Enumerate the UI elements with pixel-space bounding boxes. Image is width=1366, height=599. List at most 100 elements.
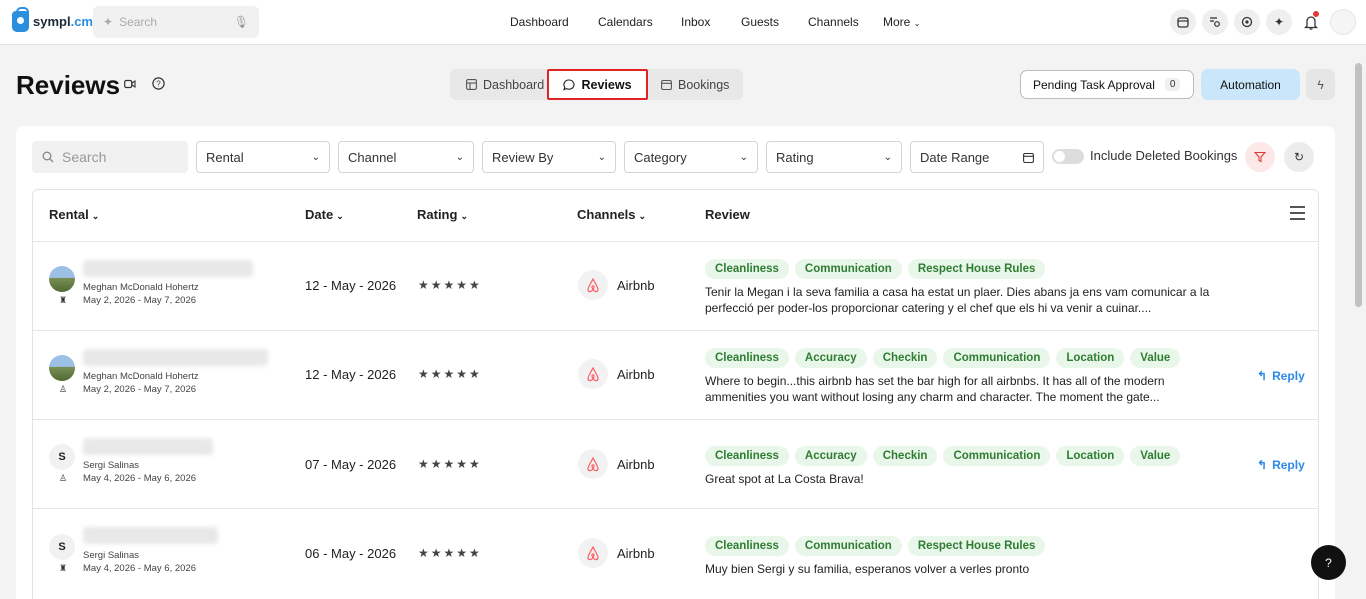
search-icon bbox=[42, 151, 54, 163]
star-rating: ★★★★★ bbox=[418, 367, 482, 381]
column-header-rating[interactable]: Rating ⌄ bbox=[417, 207, 468, 222]
review-text: Muy bien Sergi y su familia, esperanos v… bbox=[705, 562, 1030, 576]
column-menu-icon[interactable] bbox=[1290, 206, 1305, 224]
nav-channels[interactable]: Channels bbox=[808, 15, 859, 29]
tag: Respect House Rules bbox=[907, 536, 1046, 556]
owner-icon: ♜ bbox=[59, 563, 68, 573]
channel-filter[interactable]: Channel ⌄ bbox=[338, 141, 474, 173]
reply-arrow-icon: ↰ bbox=[1257, 369, 1268, 383]
column-header-channels[interactable]: Channels ⌄ bbox=[577, 207, 646, 222]
global-search-placeholder: Search bbox=[119, 15, 158, 29]
tag: Location bbox=[1056, 348, 1125, 368]
nav-more[interactable]: More ⌄ bbox=[883, 15, 920, 29]
avatar[interactable] bbox=[1330, 9, 1356, 35]
nav-guests[interactable]: Guests bbox=[741, 15, 779, 29]
column-header-review: Review bbox=[705, 207, 750, 222]
guest-avatar: S bbox=[49, 534, 75, 560]
tab-bookings[interactable]: Bookings bbox=[661, 69, 729, 100]
review-date: 06 - May - 2026 bbox=[305, 546, 397, 561]
column-header-date[interactable]: Date ⌄ bbox=[305, 207, 344, 222]
table-row[interactable]: S ♜ Sergi Salinas May 4, 2026 - May 6, 2… bbox=[33, 508, 1318, 597]
rental-filter[interactable]: Rental ⌄ bbox=[196, 141, 330, 173]
column-header-rental[interactable]: Rental ⌄ bbox=[49, 207, 99, 222]
rental-name-redacted bbox=[83, 438, 213, 455]
lightning-icon: ϟ bbox=[1317, 77, 1324, 92]
guest-name: Sergi Salinas bbox=[83, 460, 139, 471]
airbnb-icon bbox=[578, 270, 608, 300]
title-icon-group: ? bbox=[124, 77, 165, 93]
tag: Respect House Rules bbox=[907, 259, 1046, 279]
category-tags: Cleanliness Communication Respect House … bbox=[705, 259, 1046, 279]
tab-dashboard[interactable]: Dashboard bbox=[466, 69, 544, 100]
rating-filter[interactable]: Rating ⌄ bbox=[766, 141, 902, 173]
page-title: Reviews bbox=[16, 70, 121, 100]
clear-filters-button[interactable] bbox=[1245, 142, 1275, 172]
nav-inbox[interactable]: Inbox bbox=[681, 15, 710, 29]
table-row[interactable]: ♙ Meghan McDonald Hohertz May 2, 2026 - … bbox=[33, 330, 1318, 419]
include-deleted-toggle[interactable] bbox=[1052, 149, 1084, 164]
sparkle-search-icon: ✦ bbox=[103, 15, 114, 29]
brand-logo[interactable]: sympl.cm bbox=[12, 7, 93, 32]
review-text: Where to begin...this airbnb has set the… bbox=[705, 374, 1165, 404]
stay-dates: May 2, 2026 - May 7, 2026 bbox=[83, 295, 197, 306]
channel-name: Airbnb bbox=[617, 278, 655, 293]
bell-icon[interactable] bbox=[1298, 9, 1324, 35]
stay-dates: May 4, 2026 - May 6, 2026 bbox=[83, 473, 197, 484]
review-text: Great spot at La Costa Brava! bbox=[705, 472, 864, 486]
star-rating: ★★★★★ bbox=[418, 278, 482, 292]
table-row[interactable]: S ♙ Sergi Salinas May 4, 2026 - May 6, 2… bbox=[33, 419, 1318, 508]
guest-icon: ♙ bbox=[59, 384, 68, 394]
rental-name-redacted bbox=[83, 527, 218, 544]
automation-button[interactable]: Automation bbox=[1201, 69, 1300, 100]
guest-avatar: S bbox=[49, 444, 75, 470]
view-tabs: Dashboard Reviews Bookings bbox=[450, 69, 743, 100]
settings-badge-icon[interactable] bbox=[1234, 9, 1260, 35]
table-row[interactable]: ♜ Meghan McDonald Hohertz May 2, 2026 - … bbox=[33, 241, 1318, 330]
guest-name: Meghan McDonald Hohertz bbox=[83, 371, 199, 382]
review-by-filter[interactable]: Review By ⌄ bbox=[482, 141, 616, 173]
reply-button[interactable]: ↰ Reply bbox=[1257, 458, 1305, 472]
chevron-down-icon: ⌄ bbox=[913, 19, 921, 28]
nav-dashboard[interactable]: Dashboard bbox=[510, 15, 569, 29]
include-deleted-label: Include Deleted Bookings bbox=[1090, 148, 1238, 163]
reply-button[interactable]: ↰ Reply bbox=[1257, 369, 1305, 383]
rental-name-redacted bbox=[83, 260, 253, 277]
owner-icon: ♜ bbox=[59, 295, 68, 305]
tag: Checkin bbox=[872, 446, 938, 466]
pending-task-approval-button[interactable]: Pending Task Approval 0 bbox=[1020, 70, 1194, 99]
tag: Location bbox=[1056, 446, 1125, 466]
tag: Cleanliness bbox=[705, 536, 789, 556]
microphone-icon[interactable]: 🎙 bbox=[234, 15, 249, 29]
help-button[interactable]: ? bbox=[1311, 545, 1346, 580]
chevron-down-icon: ⌄ bbox=[739, 151, 748, 163]
search-list-icon[interactable] bbox=[1202, 9, 1228, 35]
date-range-filter[interactable]: Date Range bbox=[910, 141, 1044, 173]
chevron-down-icon: ⌄ bbox=[597, 151, 606, 163]
tag: Accuracy bbox=[794, 348, 867, 368]
calendar-icon[interactable] bbox=[1170, 9, 1196, 35]
nav-calendars[interactable]: Calendars bbox=[598, 15, 653, 29]
guest-name: Sergi Salinas bbox=[83, 550, 139, 561]
video-icon[interactable] bbox=[124, 77, 136, 93]
refresh-button[interactable]: ↻ bbox=[1284, 142, 1314, 172]
global-search[interactable]: ✦ Search 🎙 bbox=[93, 6, 259, 38]
tab-reviews[interactable]: Reviews bbox=[547, 69, 648, 100]
notification-dot bbox=[1313, 11, 1319, 17]
bolt-button[interactable]: ϟ bbox=[1306, 69, 1335, 100]
pending-count-badge: 0 bbox=[1164, 78, 1181, 91]
chevron-down-icon: ⌄ bbox=[311, 151, 320, 163]
airbnb-icon bbox=[578, 538, 608, 568]
help-circle-icon[interactable]: ? bbox=[152, 77, 165, 93]
page-scrollbar[interactable] bbox=[1355, 63, 1362, 307]
sparkle-icon[interactable]: ✦ bbox=[1266, 9, 1292, 35]
category-filter[interactable]: Category ⌄ bbox=[624, 141, 758, 173]
chevron-down-icon: ⌄ bbox=[91, 211, 100, 221]
stay-dates: May 2, 2026 - May 7, 2026 bbox=[83, 384, 197, 395]
reviews-search-input[interactable]: Search bbox=[32, 141, 188, 173]
review-date: 07 - May - 2026 bbox=[305, 457, 397, 472]
chevron-down-icon: ⌄ bbox=[460, 211, 468, 221]
chevron-down-icon: ⌄ bbox=[455, 151, 464, 163]
tag: Communication bbox=[943, 348, 1051, 368]
refresh-icon: ↻ bbox=[1293, 150, 1305, 164]
tag: Communication bbox=[794, 259, 902, 279]
